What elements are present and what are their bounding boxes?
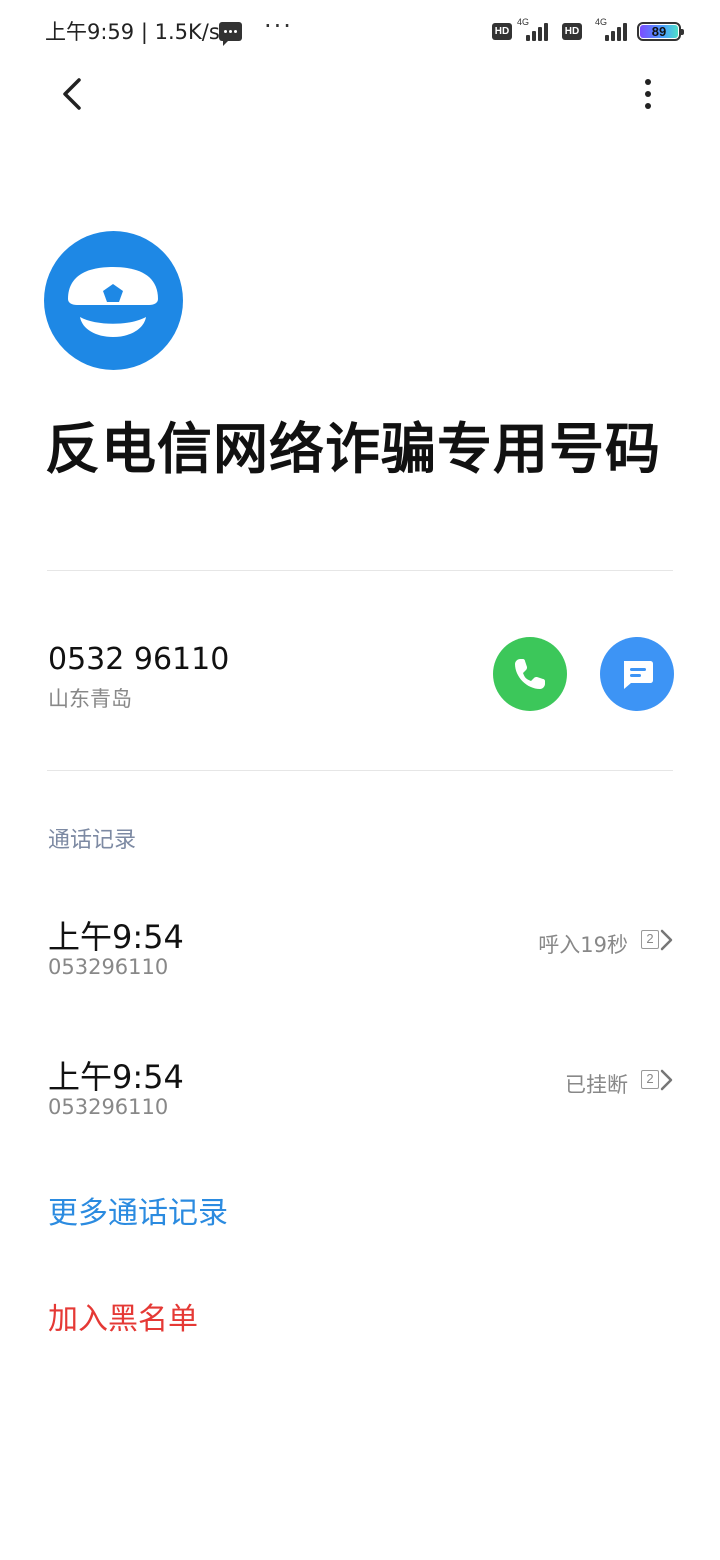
hd-icon: HD <box>562 23 582 40</box>
back-button[interactable] <box>50 72 94 116</box>
back-arrow-icon <box>63 78 81 110</box>
call-status: 已挂断 <box>565 1073 628 1097</box>
signal-icon <box>524 20 552 41</box>
call-log-title: 通话记录 <box>48 828 137 853</box>
battery-level: 89 <box>640 25 678 38</box>
police-cap-icon <box>68 267 158 337</box>
phone-icon <box>515 659 545 689</box>
message-button[interactable] <box>600 637 674 711</box>
status-bar: 上午9:59 | 1.5K/s ··· HD 4G HD 4G 89 <box>0 0 720 64</box>
call-log-row[interactable]: 上午9:54 053296110 呼入19秒 2 <box>0 912 720 1008</box>
divider <box>47 770 673 771</box>
call-time: 上午9:54 <box>48 918 184 956</box>
battery-icon: 89 <box>637 22 684 41</box>
call-number: 053296110 <box>48 1095 169 1119</box>
add-to-blacklist-button[interactable]: 加入黑名单 <box>48 1294 198 1338</box>
call-log-row[interactable]: 上午9:54 053296110 已挂断 2 <box>0 1052 720 1148</box>
call-button[interactable] <box>493 637 567 711</box>
signal-icon <box>603 20 631 41</box>
more-notifications-icon: ··· <box>264 12 293 40</box>
divider <box>47 570 673 571</box>
chevron-right-icon <box>660 929 673 951</box>
more-options-button[interactable] <box>630 72 666 116</box>
phone-number[interactable]: 0532 96110 <box>48 642 229 677</box>
more-call-log-link[interactable]: 更多通话记录 <box>48 1188 228 1232</box>
sim-slot-badge: 2 <box>641 930 659 949</box>
number-location: 山东青岛 <box>48 687 132 711</box>
avatar <box>44 231 183 370</box>
contact-name: 反电信网络诈骗专用号码 <box>45 417 662 481</box>
sim-slot-badge: 2 <box>641 1070 659 1089</box>
call-time: 上午9:54 <box>48 1058 184 1096</box>
message-icon <box>624 661 653 689</box>
call-status: 呼入19秒 <box>538 933 628 957</box>
status-time: 上午9:59 | 1.5K/s <box>45 20 220 44</box>
call-number: 053296110 <box>48 955 169 979</box>
chevron-right-icon <box>660 1069 673 1091</box>
hd-icon: HD <box>492 23 512 40</box>
message-notification-icon <box>219 22 242 46</box>
